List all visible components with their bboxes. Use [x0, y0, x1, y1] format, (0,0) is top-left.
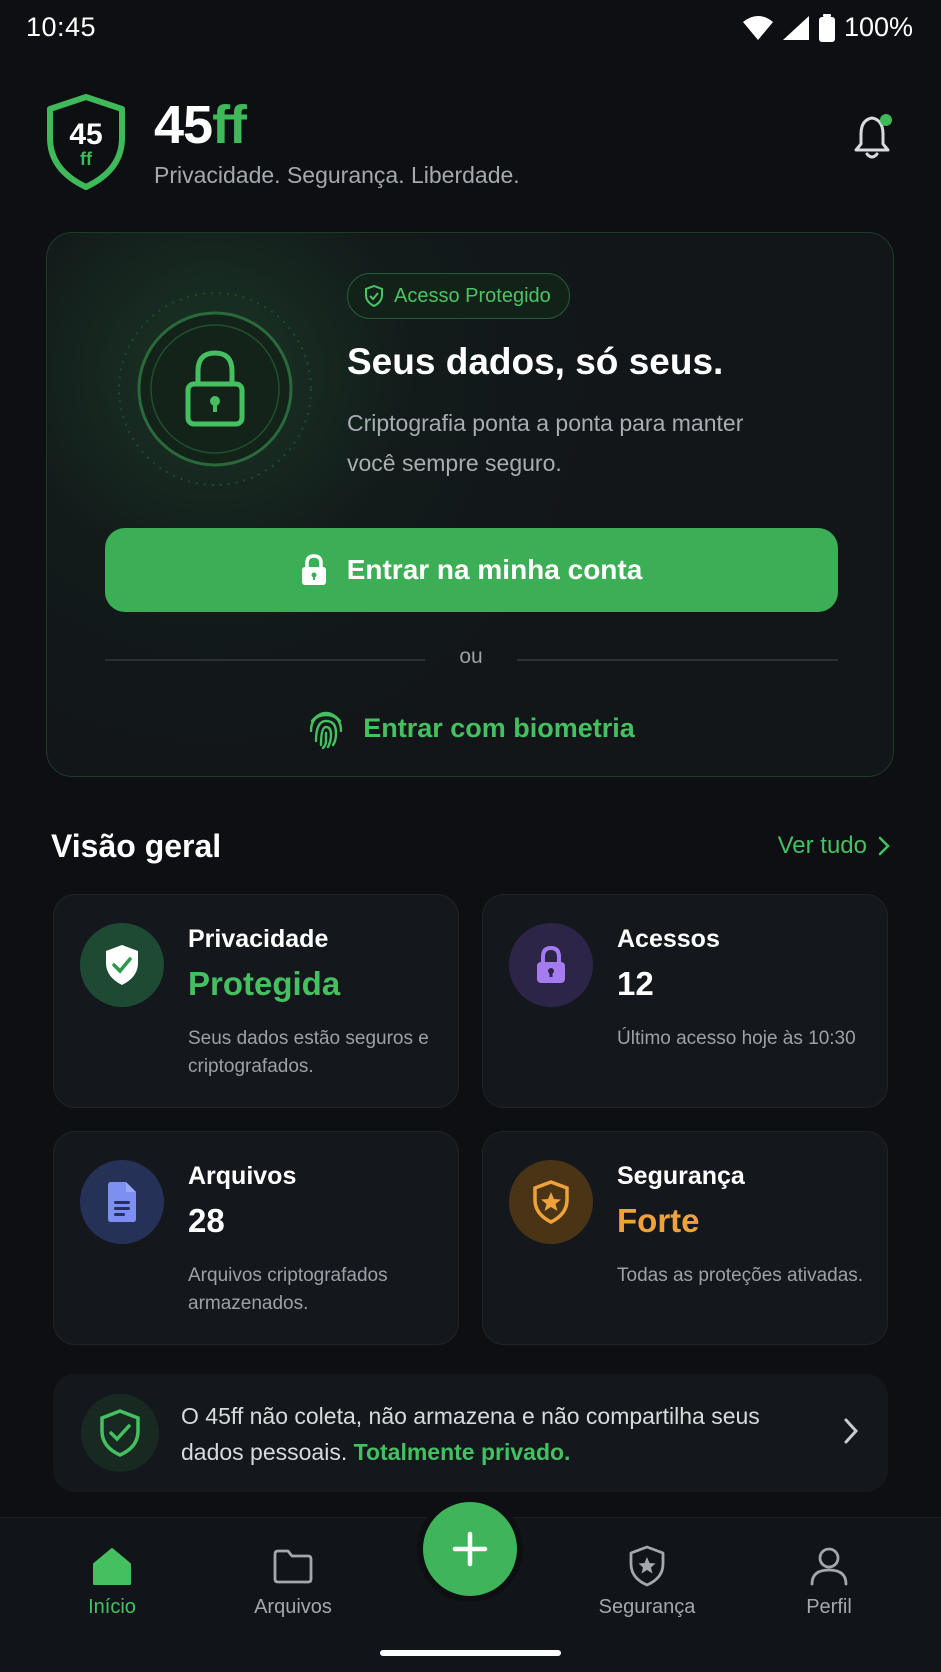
nav-item-files[interactable]: Arquivos: [223, 1544, 363, 1619]
logo-suffix: ff: [80, 149, 93, 169]
login-button-label: Entrar na minha conta: [346, 554, 643, 585]
chevron-right-icon: [878, 836, 890, 856]
access-icon-circle: [509, 923, 593, 1007]
user-icon: [810, 1547, 848, 1586]
nav-item-home[interactable]: Início: [42, 1544, 182, 1619]
status-time: 10:45: [26, 12, 97, 42]
nav-label: Perfil: [806, 1596, 852, 1618]
overview-title: Visão geral: [51, 828, 222, 864]
nav-label: Segurança: [598, 1596, 696, 1618]
card-value: Forte: [617, 1202, 700, 1239]
card-value: Protegida: [188, 965, 341, 1002]
card-value: 28: [188, 1202, 225, 1239]
card-title: Arquivos: [188, 1162, 297, 1190]
document-icon: [108, 1182, 136, 1222]
banner-icon-circle: [81, 1394, 159, 1472]
wifi-icon: [742, 15, 773, 40]
card-title: Privacidade: [188, 925, 329, 953]
status-bar: 10:45 100%: [0, 0, 941, 56]
hero-title: Seus dados, só seus.: [347, 341, 724, 382]
shield-check-icon: [106, 945, 138, 985]
hero-card: Acesso Protegido Seus dados, só seus. Cr…: [46, 232, 894, 777]
badge-label: Acesso Protegido: [394, 284, 551, 307]
banner-highlight: Totalmente privado.: [353, 1439, 571, 1465]
home-icon: [93, 1548, 131, 1585]
signal-icon: [782, 15, 809, 40]
files-card[interactable]: Arquivos 28 Arquivos criptografados arma…: [53, 1131, 459, 1345]
card-description: Arquivos criptografados armazenados.: [188, 1265, 388, 1314]
app-header: 45 ff 45ff Privacidade. Segurança. Liber…: [46, 94, 896, 194]
see-all-label: Ver tudo: [777, 832, 867, 859]
see-all-link[interactable]: Ver tudo: [778, 832, 891, 860]
status-icons: 100%: [742, 12, 913, 43]
nav-item-security[interactable]: Segurança: [577, 1544, 717, 1619]
chevron-right-icon: [844, 1418, 859, 1444]
divider-text: ou: [459, 645, 483, 668]
hero-description: Criptografia ponta a ponta para manter v…: [347, 410, 744, 476]
logo-shield-icon: 45 ff: [47, 94, 125, 190]
nav-label: Arquivos: [254, 1596, 332, 1618]
battery-icon: [818, 13, 835, 42]
folder-icon: [273, 1549, 313, 1584]
login-button[interactable]: Entrar na minha conta: [105, 528, 838, 612]
notification-dot: [880, 114, 892, 126]
tagline: Privacidade. Segurança. Liberdade.: [154, 162, 520, 188]
security-card[interactable]: Segurança Forte Todas as proteções ativa…: [482, 1131, 888, 1345]
logo-number: 45: [69, 118, 102, 151]
shield-star-icon: [629, 1545, 665, 1587]
add-button[interactable]: [423, 1502, 517, 1596]
shield-check-icon: [100, 1409, 140, 1457]
access-card[interactable]: Acessos 12 Último acesso hoje às 10:30: [482, 894, 888, 1108]
shield-star-icon: [533, 1180, 569, 1224]
privacy-banner[interactable]: O 45ff não coleta, não armazena e não co…: [53, 1374, 888, 1492]
files-icon-circle: [80, 1160, 164, 1244]
app-name-main: 45: [154, 95, 213, 155]
privacy-icon-circle: [80, 923, 164, 1007]
card-value: 12: [617, 965, 654, 1002]
card-description: Seus dados estão seguros e criptografado…: [188, 1028, 429, 1077]
lock-icon: [537, 945, 565, 983]
divider-right: [517, 659, 838, 661]
lock-illustration-icon: [118, 292, 312, 486]
notification-bell-icon[interactable]: [852, 112, 896, 162]
biometric-login-button[interactable]: Entrar com biometria: [47, 703, 895, 753]
security-icon-circle: [509, 1160, 593, 1244]
fingerprint-icon: [310, 711, 343, 749]
biometric-login-label: Entrar com biometria: [363, 712, 635, 743]
shield-check-icon: [365, 285, 383, 307]
privacy-card[interactable]: Privacidade Protegida Seus dados estão s…: [53, 894, 459, 1108]
card-title: Acessos: [617, 925, 720, 953]
battery-percent: 100%: [843, 12, 913, 42]
card-description: Último acesso hoje às 10:30: [617, 1028, 856, 1049]
plus-icon: [452, 1531, 488, 1567]
app-name-accent: ff: [212, 95, 247, 155]
banner-text: O 45ff não coleta, não armazena e não co…: [181, 1398, 801, 1470]
protected-access-badge: Acesso Protegido: [347, 273, 570, 319]
nav-label: Início: [88, 1596, 136, 1618]
card-description: Todas as proteções ativadas.: [617, 1265, 864, 1286]
card-title: Segurança: [617, 1162, 745, 1190]
home-indicator: [380, 1650, 561, 1656]
app-name: 45ff: [154, 94, 247, 156]
lock-icon: [301, 554, 326, 585]
nav-item-profile[interactable]: Perfil: [759, 1544, 899, 1619]
